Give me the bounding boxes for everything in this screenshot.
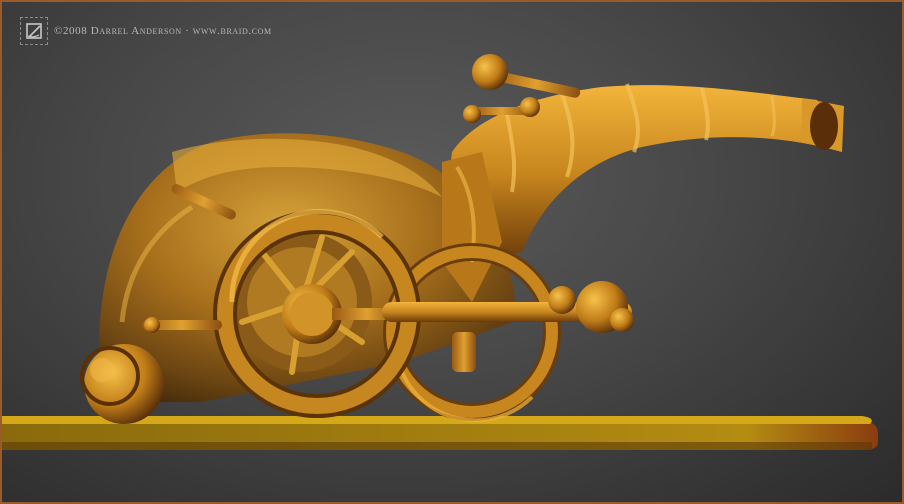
- braid-logo-icon: [20, 17, 48, 45]
- small-front-wheel: [80, 344, 164, 424]
- copyright-text: ©2008 Darrel Anderson · www.braid.com: [54, 25, 272, 37]
- render-frame: ©2008 Darrel Anderson · www.braid.com: [0, 0, 904, 504]
- sculpture-scene: [2, 54, 878, 450]
- copyright-credit: ©2008 Darrel Anderson · www.braid.com: [20, 16, 272, 46]
